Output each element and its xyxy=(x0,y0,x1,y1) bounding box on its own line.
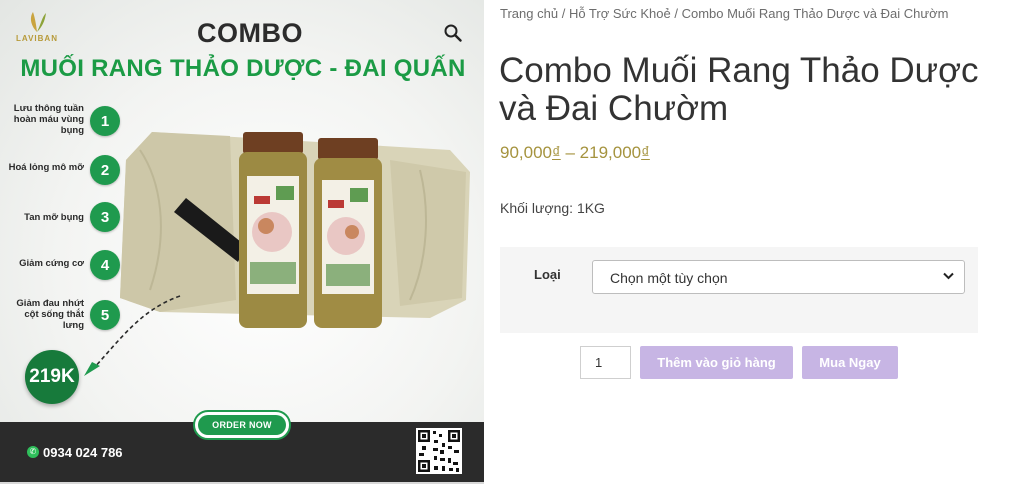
product-weight: Khối lượng: 1KG xyxy=(500,200,605,216)
phone-number: 0934 024 786 xyxy=(43,445,123,460)
add-to-cart-button[interactable]: Thêm vào giỏ hàng xyxy=(640,346,793,379)
currency-symbol: ₫ xyxy=(641,143,650,162)
currency-symbol: ₫ xyxy=(552,143,561,162)
variation-label: Loại xyxy=(534,267,561,282)
order-now-label: ORDER NOW xyxy=(198,415,286,435)
variation-select[interactable]: Chọn một tùy chọn xyxy=(592,260,965,294)
product-title: Combo Muối Rang Thảo Dược và Đai Chườm xyxy=(499,51,979,128)
chevron-down-icon xyxy=(943,272,954,280)
quantity-input[interactable] xyxy=(580,346,631,379)
weight-label: Khối lượng: xyxy=(500,200,574,216)
qr-code-icon xyxy=(416,428,462,474)
breadcrumb-current: Combo Muối Rang Thảo Dược và Đai Chườm xyxy=(681,6,949,21)
price-range-separator: – xyxy=(565,143,575,162)
breadcrumb-category-link[interactable]: Hỗ Trợ Sức Khoẻ xyxy=(569,6,671,21)
arrow-icon xyxy=(84,295,181,376)
price-min: 90,000 xyxy=(500,143,552,162)
breadcrumb-home-link[interactable]: Trang chủ xyxy=(500,6,558,21)
order-now-button[interactable]: ORDER NOW xyxy=(193,410,291,440)
product-price: 90,000₫ – 219,000₫ xyxy=(500,143,650,163)
breadcrumb: Trang chủ / Hỗ Trợ Sức Khoẻ / Combo Muối… xyxy=(500,6,948,21)
buy-now-button[interactable]: Mua Ngay xyxy=(802,346,898,379)
variations-panel: Loại Chọn một tùy chọn xyxy=(500,247,978,333)
price-max: 219,000 xyxy=(579,143,642,162)
product-image[interactable]: LAVIBAN COMBO MUỐI RANG THẢO DƯỢC - ĐAI … xyxy=(0,0,484,484)
breadcrumb-separator: / xyxy=(561,6,566,21)
weight-value: 1KG xyxy=(576,200,605,216)
price-badge: 219K xyxy=(25,350,79,404)
breadcrumb-separator: / xyxy=(674,6,678,21)
variation-select-value: Chọn một tùy chọn xyxy=(610,270,728,286)
phone-icon: ✆ xyxy=(27,446,39,458)
